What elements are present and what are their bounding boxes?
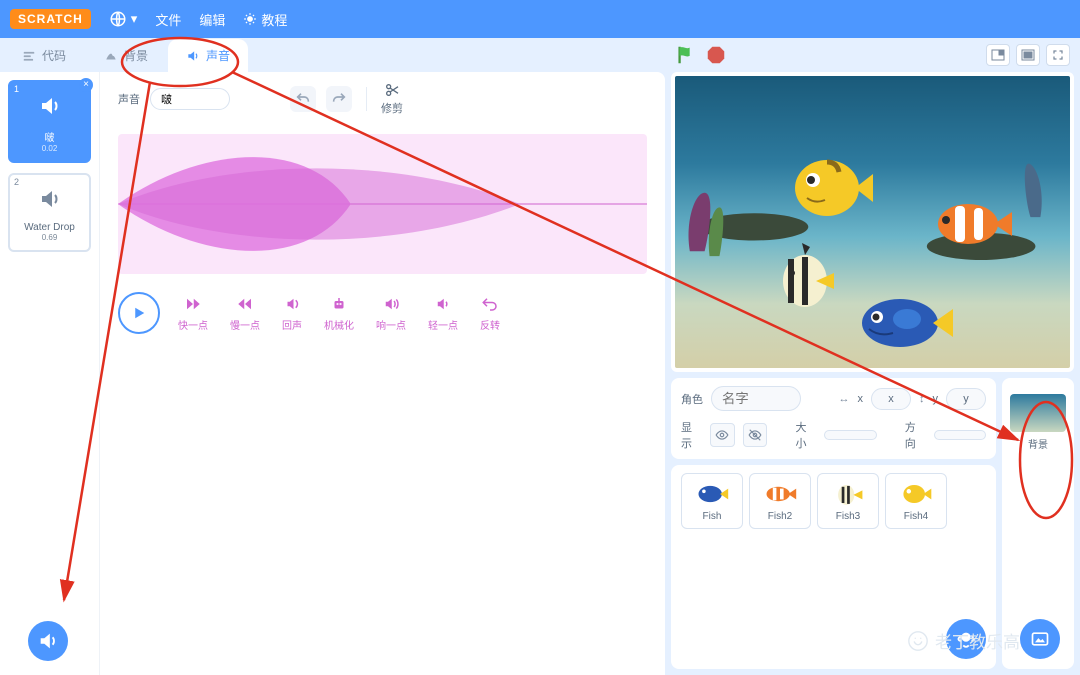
watermark: 老丁教乐高 — [907, 628, 1020, 653]
scissors-icon — [384, 82, 400, 98]
effect-louder[interactable]: 响一点 — [376, 295, 406, 332]
tab-sounds-label: 声音 — [206, 47, 230, 64]
add-sound-button[interactable] — [28, 621, 68, 661]
sprite-size-input[interactable] — [824, 430, 876, 440]
sprite-x-input[interactable]: x — [871, 388, 911, 410]
scratch-logo: SCRATCH — [10, 9, 91, 29]
sprite-list: Fish Fish2 Fish3 Fish4 — [681, 473, 986, 529]
tab-backdrops[interactable]: 背景 — [86, 39, 166, 72]
effect-robot[interactable]: 机械化 — [324, 295, 354, 332]
sprite-direction-input[interactable] — [934, 430, 986, 440]
sound-name-input[interactable] — [150, 88, 230, 110]
size-label: 大小 — [795, 419, 816, 451]
sound-list: 1 × 啵 0.02 2 Water Drop 0.69 — [0, 72, 100, 675]
tab-backdrops-label: 背景 — [124, 47, 148, 64]
sound-thumb-2[interactable]: 2 Water Drop 0.69 — [8, 173, 91, 252]
stop-button[interactable] — [705, 44, 727, 66]
effect-softer[interactable]: 轻一点 — [428, 295, 458, 332]
fullscreen-button[interactable] — [1046, 44, 1070, 66]
stage-header — [671, 44, 1074, 66]
tab-sounds[interactable]: 声音 — [168, 39, 248, 72]
sprite-card-fish[interactable]: Fish — [681, 473, 743, 529]
backdrop-thumbnail — [1010, 394, 1066, 432]
sprite-y-input[interactable]: y — [946, 388, 986, 410]
editor-tabs: 代码 背景 声音 — [0, 38, 665, 72]
top-menu-bar: SCRATCH ▾ 文件 编辑 教程 — [0, 0, 1080, 38]
hide-sprite-button[interactable] — [743, 423, 768, 447]
tutorials-menu[interactable]: 教程 — [243, 10, 287, 29]
delete-sound-icon[interactable]: × — [79, 78, 93, 92]
trim-button[interactable]: 修剪 — [381, 100, 403, 116]
stage-preview[interactable] — [671, 72, 1074, 372]
sprite-name-input[interactable] — [711, 386, 801, 411]
large-stage-button[interactable] — [1016, 44, 1040, 66]
effect-slower[interactable]: 慢一点 — [230, 295, 260, 332]
edit-menu[interactable]: 编辑 — [199, 10, 225, 29]
sprite-card-fish3[interactable]: Fish3 — [817, 473, 879, 529]
language-menu[interactable]: ▾ — [109, 10, 138, 28]
stage-selector[interactable]: 背景 — [1002, 378, 1074, 669]
tab-code-label: 代码 — [42, 47, 66, 64]
file-menu[interactable]: 文件 — [155, 10, 181, 29]
sound-edit-toolbar: 声音 修剪 — [118, 82, 647, 124]
small-stage-button[interactable] — [986, 44, 1010, 66]
effect-buttons: 快一点 慢一点 回声 机械化 响一点 轻一点 反转 — [178, 295, 500, 332]
backdrop-label: 背景 — [1028, 436, 1048, 451]
sound-editor: 1 × 啵 0.02 2 Water Drop 0.69 声音 — [0, 72, 665, 675]
play-button[interactable] — [118, 292, 160, 334]
show-label: 显示 — [681, 419, 702, 451]
sprite-card-fish4[interactable]: Fish4 — [885, 473, 947, 529]
direction-label: 方向 — [905, 419, 926, 451]
sound-name-label: 声音 — [118, 91, 140, 107]
tab-code[interactable]: 代码 — [4, 39, 84, 72]
green-flag-button[interactable] — [675, 44, 697, 66]
sound-thumb-1[interactable]: 1 × 啵 0.02 — [8, 80, 91, 163]
sprite-label: 角色 — [681, 391, 703, 407]
sprite-card-fish2[interactable]: Fish2 — [749, 473, 811, 529]
show-sprite-button[interactable] — [710, 423, 735, 447]
sprite-info-panel: 角色 ↔ x x ↕ y y 显示 大小 — [671, 378, 996, 459]
waveform-display[interactable] — [118, 134, 647, 274]
effect-faster[interactable]: 快一点 — [178, 295, 208, 332]
add-backdrop-button[interactable] — [1020, 619, 1060, 659]
effect-reverse[interactable]: 反转 — [480, 295, 500, 332]
undo-button[interactable] — [290, 86, 316, 112]
effect-echo[interactable]: 回声 — [282, 295, 302, 332]
redo-button[interactable] — [326, 86, 352, 112]
